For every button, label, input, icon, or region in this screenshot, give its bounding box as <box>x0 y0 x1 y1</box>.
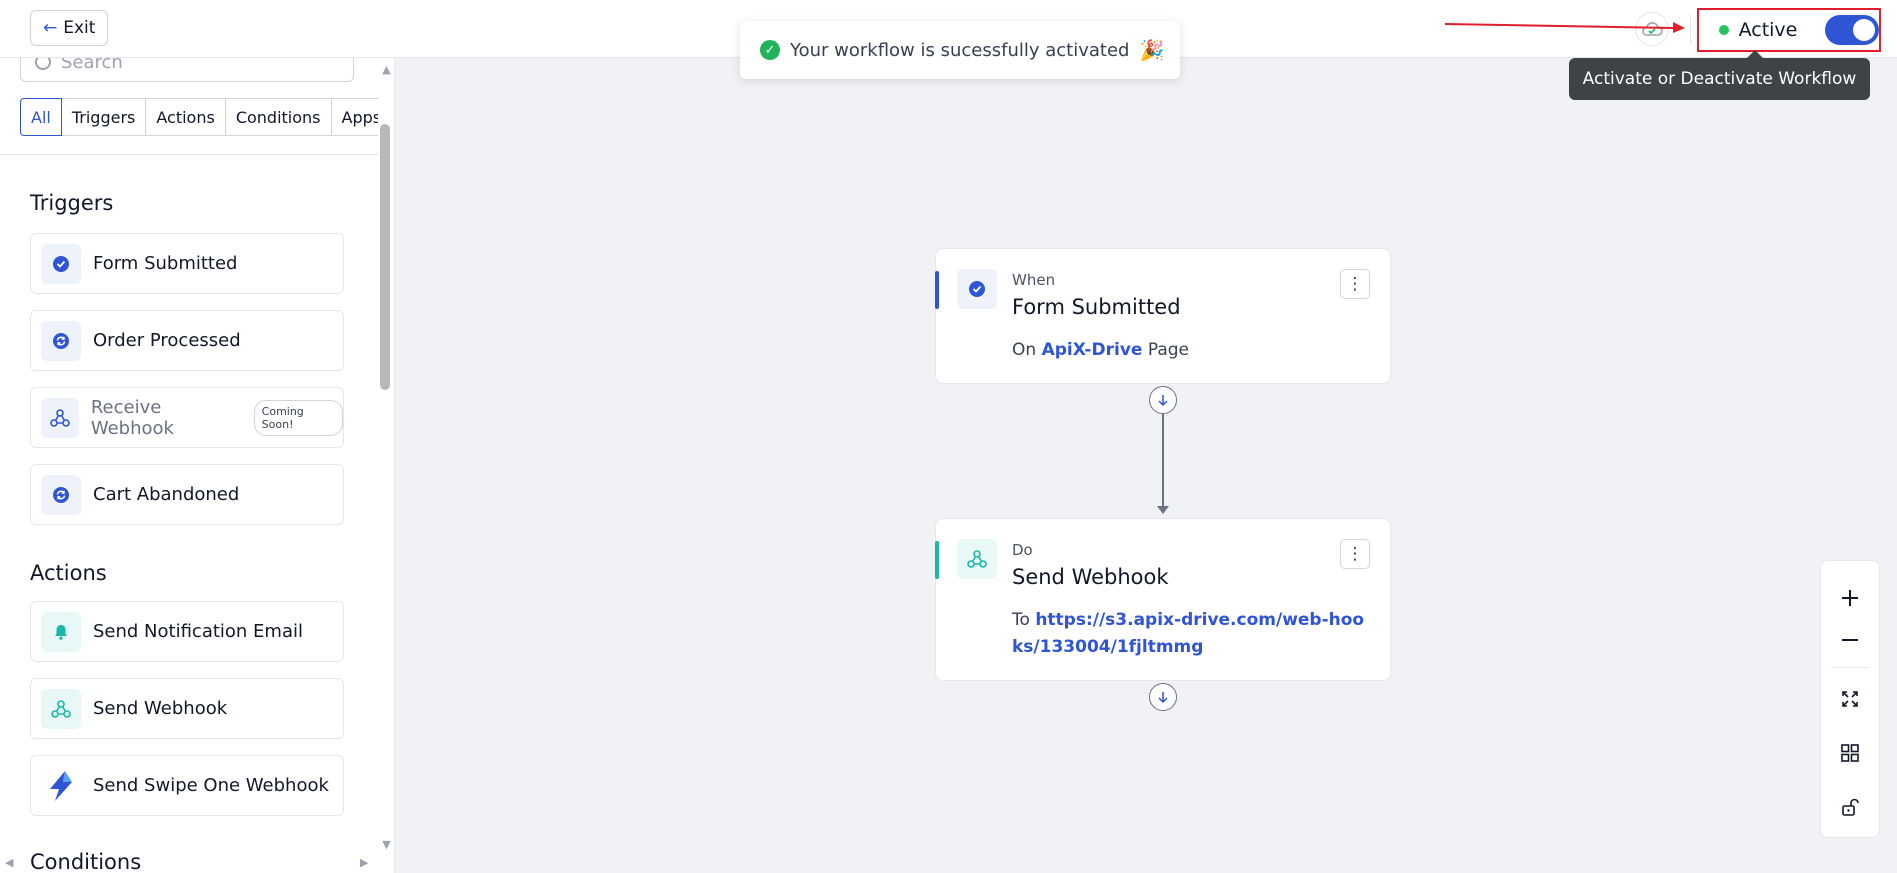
filter-tab-all[interactable]: All <box>20 98 62 136</box>
plus-icon <box>1842 590 1858 606</box>
divider <box>1831 667 1869 668</box>
add-step-connector[interactable] <box>1149 683 1177 711</box>
divider <box>1690 14 1691 44</box>
node-kind: Do <box>1012 541 1033 559</box>
filter-tab-triggers[interactable]: Triggers <box>60 98 147 136</box>
check-icon: ✓ <box>760 40 780 60</box>
node-accent-bar <box>935 541 939 579</box>
status-dot-icon <box>1719 25 1729 35</box>
success-toast: ✓ Your workflow is sucessfully activated… <box>740 21 1180 79</box>
toggle-knob <box>1853 19 1875 41</box>
fit-view-button[interactable] <box>1821 679 1879 719</box>
node-menu-button[interactable]: ⋮ <box>1340 269 1370 299</box>
grid-icon <box>1841 744 1859 762</box>
trigger-item-form-submitted[interactable]: Form Submitted <box>30 233 344 294</box>
lightning-icon <box>50 770 72 801</box>
action-item-send-notification-email[interactable]: Send Notification Email <box>30 601 344 662</box>
item-label: Send Swipe One Webhook <box>93 775 329 796</box>
exit-button[interactable]: ← Exit <box>30 10 109 46</box>
node-title: Send Webhook <box>1012 565 1169 589</box>
zoom-in-button[interactable] <box>1821 578 1879 618</box>
scrollbar-thumb[interactable] <box>380 124 390 390</box>
filter-tabs: All Triggers Actions Conditions Apps <box>20 98 393 136</box>
trigger-node[interactable]: When Form Submitted On ApiX-Drive Page ⋮ <box>935 248 1391 384</box>
arrow-down-icon <box>1158 395 1168 407</box>
refresh-icon <box>53 332 69 349</box>
node-description: On ApiX-Drive Page <box>1012 337 1372 364</box>
item-label: Cart Abandoned <box>93 484 240 505</box>
scroll-down-icon[interactable]: ▼ <box>378 838 394 851</box>
node-kind: When <box>1012 271 1056 289</box>
item-label: Receive Webhook <box>90 396 174 439</box>
red-arrow-annotation <box>1445 22 1685 33</box>
status-label: Active <box>1738 19 1798 41</box>
trigger-item-cart-abandoned[interactable]: Cart Abandoned <box>30 464 344 525</box>
search-placeholder: Search <box>61 58 123 73</box>
node-description: To https://s3.apix-drive.com/web-hooks/1… <box>1012 607 1372 661</box>
scroll-right-icon[interactable]: ▶ <box>360 856 368 869</box>
webhook-icon <box>50 408 70 427</box>
page-link[interactable]: ApiX-Drive <box>1042 340 1143 360</box>
item-label: Send Webhook <box>93 698 228 719</box>
node-title: Form Submitted <box>1012 295 1181 319</box>
actions-section-title: Actions <box>30 561 107 585</box>
zoom-out-button[interactable] <box>1821 620 1879 660</box>
activate-toggle-group: Active <box>1697 8 1881 52</box>
trigger-item-order-processed[interactable]: Order Processed <box>30 310 344 371</box>
filter-tab-actions[interactable]: Actions <box>145 98 226 136</box>
scroll-left-icon[interactable]: ◀ <box>5 856 13 869</box>
grid-view-button[interactable] <box>1821 733 1879 773</box>
action-node[interactable]: Do Send Webhook To https://s3.apix-drive… <box>935 518 1391 681</box>
trigger-item-receive-webhook[interactable]: Receive Webhook Coming Soon! <box>30 387 344 448</box>
activate-toggle[interactable] <box>1825 15 1879 45</box>
flow-line <box>1162 414 1164 509</box>
exit-label: Exit <box>63 18 96 38</box>
check-circle-icon <box>53 255 69 272</box>
zoom-controls <box>1820 560 1880 838</box>
desc-prefix: To <box>1012 610 1030 630</box>
node-accent-bar <box>935 271 939 309</box>
bell-icon <box>55 624 67 640</box>
node-menu-button[interactable]: ⋮ <box>1340 539 1370 569</box>
action-item-send-swipe-one-webhook[interactable]: Send Swipe One Webhook <box>30 755 344 816</box>
coming-soon-badge: Coming Soon! <box>253 399 343 436</box>
toggle-tooltip: Activate or Deactivate Workflow <box>1569 50 1870 100</box>
party-icon: 🎉 <box>1139 38 1165 62</box>
search-icon <box>35 58 51 70</box>
desc-prefix: On <box>1012 340 1037 360</box>
arrow-left-icon: ← <box>43 18 58 38</box>
desc-suffix: Page <box>1147 340 1189 360</box>
check-circle-icon <box>969 281 985 297</box>
action-item-send-webhook[interactable]: Send Webhook <box>30 678 344 739</box>
sidebar: Search All Triggers Actions Conditions A… <box>0 58 395 873</box>
item-label: Order Processed <box>93 330 241 351</box>
triggers-section-title: Triggers <box>30 191 114 215</box>
divider <box>0 154 378 155</box>
scroll-up-icon[interactable]: ▲ <box>378 63 394 76</box>
expand-icon <box>1842 691 1858 707</box>
webhook-icon <box>51 699 71 718</box>
conditions-section-title: Conditions <box>30 850 142 873</box>
add-step-connector[interactable] <box>1149 386 1177 414</box>
minus-icon <box>1842 639 1858 641</box>
toast-message: Your workflow is sucessfully activated <box>790 39 1130 61</box>
arrow-down-icon <box>1158 692 1168 704</box>
webhook-url-link[interactable]: https://s3.apix-drive.com/web-hooks/1330… <box>1012 610 1364 657</box>
refresh-icon <box>53 486 69 503</box>
item-label: Send Notification Email <box>93 621 303 642</box>
unlock-icon <box>1842 798 1859 816</box>
filter-tab-conditions[interactable]: Conditions <box>224 98 332 136</box>
webhook-icon <box>967 550 987 568</box>
lock-button[interactable] <box>1821 787 1879 827</box>
item-label: Form Submitted <box>93 253 238 274</box>
flow-arrowhead <box>1157 506 1169 514</box>
search-input[interactable]: Search <box>20 58 354 82</box>
